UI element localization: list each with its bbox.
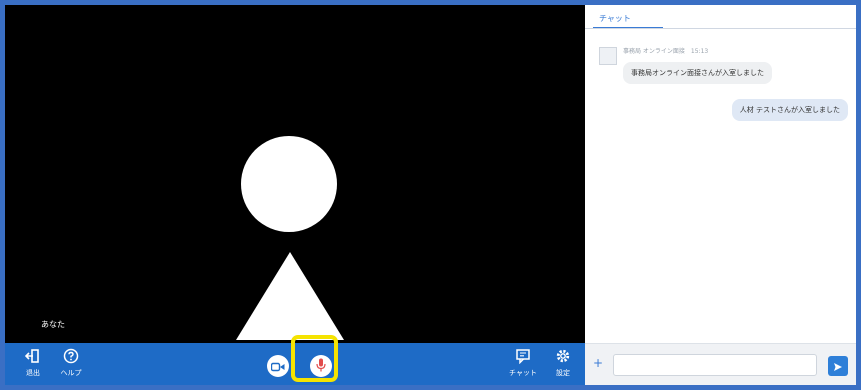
leave-button[interactable]: 退出 [19,347,47,381]
chat-input-bar: + [585,343,856,385]
settings-label: 設定 [556,369,570,377]
leave-label: 退出 [26,369,40,377]
participant-avatar-head [241,136,337,232]
chat-label: チャット [509,369,537,377]
participant-avatar-body [236,252,344,340]
tab-divider [585,28,856,29]
send-button[interactable] [828,356,848,376]
self-video-label: あなた [41,320,65,329]
camera-toggle-button[interactable] [267,355,289,377]
gear-icon [555,347,571,365]
chat-message-bubble-own: 人材 テストさんが入室しました [731,99,848,121]
send-arrow-icon [833,357,843,376]
help-label: ヘルプ [60,369,82,377]
microphone-highlight-box [291,335,338,382]
help-icon [63,347,79,365]
chat-icon [515,347,531,365]
chat-panel: チャット 事務局 オンライン面接 15:13 事務局オンライン面接さんが入室しま… [585,5,856,385]
chat-message-bubble: 事務局オンライン面接さんが入室しました [623,62,772,84]
help-button[interactable]: ヘルプ [57,347,85,381]
meeting-window: あなた 退出 ヘルプ チャット 設定 チャット 事務局 オンライン面接 15:1… [5,5,856,385]
sender-avatar-icon [599,47,617,65]
settings-button[interactable]: 設定 [549,347,577,381]
video-camera-off-icon [270,357,285,376]
exit-icon [25,347,41,365]
attach-plus-icon[interactable]: + [593,356,603,370]
chat-message-input[interactable] [613,354,817,376]
chat-toggle-button[interactable]: チャット [509,347,537,381]
video-area: あなた [5,5,585,343]
tab-chat[interactable]: チャット [593,5,663,29]
message-sender-meta: 事務局 オンライン面接 15:13 [623,48,709,55]
